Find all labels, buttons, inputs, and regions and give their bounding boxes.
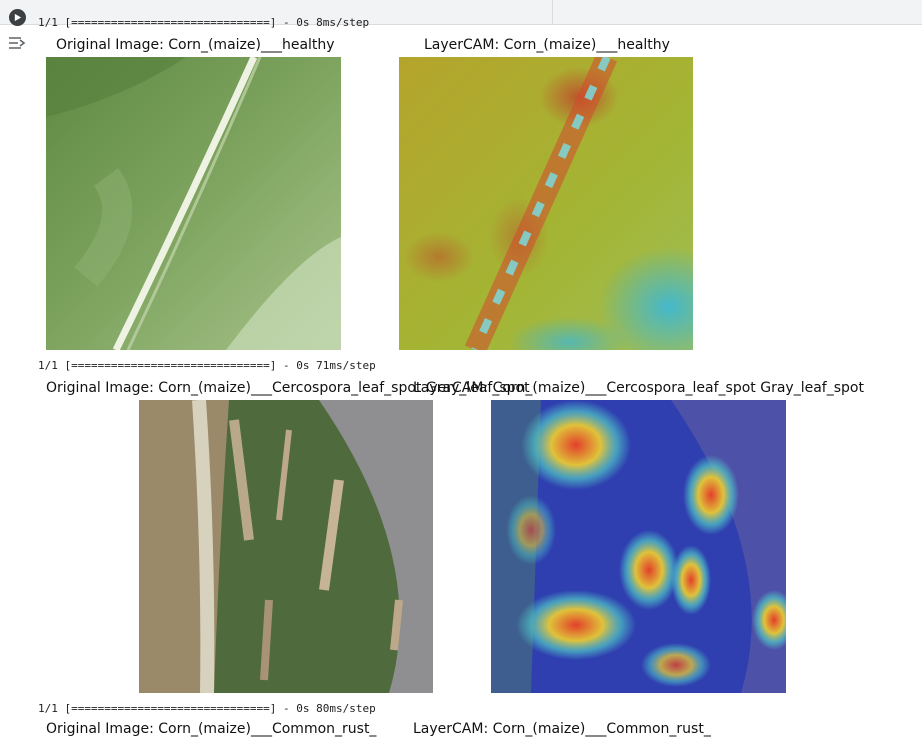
- progress-log-line: 1/1 [==============================] - 0…: [38, 359, 376, 372]
- layercam-title: LayerCAM: Corn_(maize)___healthy: [424, 37, 670, 53]
- layercam-title: LayerCAM: Corn_(maize)___Common_rust_: [413, 721, 711, 737]
- play-icon: [14, 13, 22, 22]
- toolbar-divider: [552, 0, 553, 24]
- progress-log-line: 1/1 [==============================] - 0…: [38, 16, 370, 29]
- layercam-title: LayerCAM: Corn_(maize)___Cercospora_leaf…: [413, 380, 864, 396]
- output-toggle-icon: [9, 37, 26, 49]
- output-toggle-button[interactable]: [8, 35, 27, 51]
- layercam-image-cercospora: [491, 400, 786, 693]
- cell-gutter: [0, 0, 34, 726]
- run-cell-button[interactable]: [9, 9, 26, 26]
- original-image-title: Original Image: Corn_(maize)___healthy: [56, 37, 335, 53]
- original-image-healthy: [46, 57, 341, 350]
- original-image-cercospora: [139, 400, 433, 693]
- progress-log-line: 1/1 [==============================] - 0…: [38, 702, 376, 715]
- original-image-title: Original Image: Corn_(maize)___Common_ru…: [46, 721, 377, 737]
- layercam-image-healthy: [399, 57, 693, 350]
